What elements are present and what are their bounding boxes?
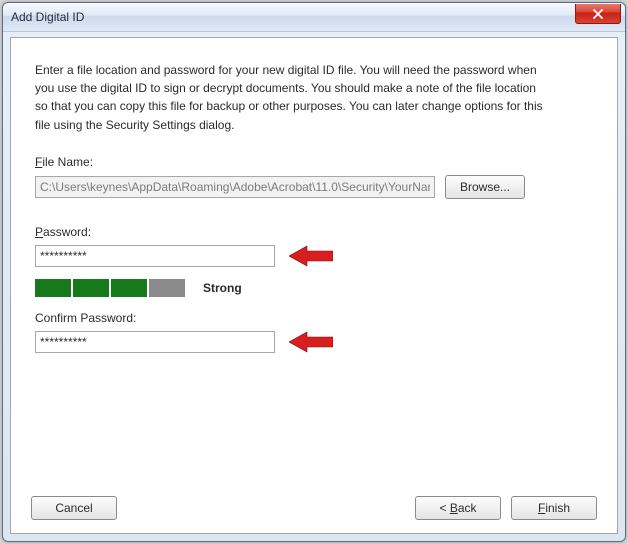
back-button[interactable]: < Back: [415, 496, 501, 520]
cancel-button[interactable]: Cancel: [31, 496, 117, 520]
strength-bar: [111, 279, 147, 297]
window-title: Add Digital ID: [11, 10, 575, 24]
password-strength-meter: Strong: [35, 279, 593, 297]
confirm-password-label: Confirm Password:: [35, 311, 593, 325]
content-area: Enter a file location and password for y…: [11, 38, 617, 483]
instructions-text: Enter a file location and password for y…: [35, 62, 593, 133]
confirm-password-input[interactable]: [35, 331, 275, 353]
password-row: [35, 245, 593, 267]
strength-bar: [73, 279, 109, 297]
browse-button[interactable]: Browse...: [445, 175, 525, 199]
client-area: Enter a file location and password for y…: [10, 37, 618, 534]
confirm-password-row: [35, 331, 593, 353]
close-icon: [592, 9, 604, 19]
password-label: Password:: [35, 225, 593, 239]
dialog-window: Add Digital ID Enter a file location and…: [2, 2, 626, 542]
strength-bar: [149, 279, 185, 297]
password-input[interactable]: [35, 245, 275, 267]
titlebar: Add Digital ID: [3, 3, 625, 32]
button-row: Cancel < Back Finish: [11, 483, 617, 533]
strength-bar: [35, 279, 71, 297]
arrow-icon: [289, 331, 333, 353]
strength-bars: [35, 279, 185, 297]
file-name-label: File Name:: [35, 155, 593, 169]
file-name-row: Browse...: [35, 175, 593, 199]
file-name-input[interactable]: [35, 176, 435, 198]
close-button[interactable]: [575, 4, 621, 24]
arrow-icon: [289, 245, 333, 267]
strength-label: Strong: [203, 281, 242, 295]
finish-button[interactable]: Finish: [511, 496, 597, 520]
